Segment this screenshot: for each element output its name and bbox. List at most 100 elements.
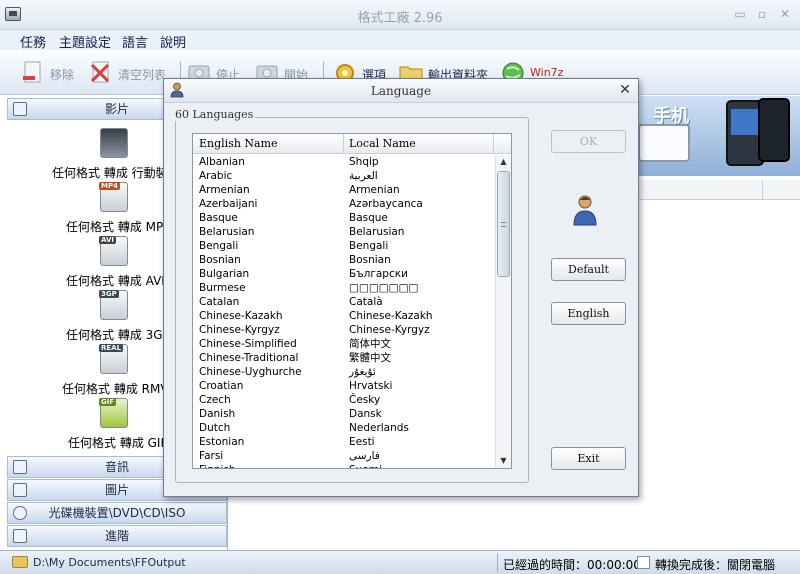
convert-label: 任何格式 轉成 GIF — [68, 436, 168, 450]
default-button[interactable]: Default — [551, 258, 626, 281]
grip-icon — [501, 222, 506, 227]
dialog-title-bar: Language ✕ — [164, 79, 638, 103]
mp4-icon: MP4 — [99, 182, 128, 212]
language-row[interactable]: Bengali Bengali — [193, 239, 495, 253]
column-english-name[interactable]: English Name — [199, 137, 278, 150]
scroll-up-arrow-icon[interactable]: ▲ — [496, 155, 511, 169]
menu-task[interactable]: 任務 — [20, 32, 46, 51]
clear-list-button[interactable]: 清空列表 — [88, 57, 172, 89]
language-row[interactable]: Armenian Armenian — [193, 183, 495, 197]
language-english-name: Czech — [199, 394, 231, 406]
language-row[interactable]: Estonian Eesti — [193, 435, 495, 449]
language-local-name: Български — [349, 268, 408, 280]
menu-help[interactable]: 說明 — [160, 32, 186, 51]
language-list[interactable]: English Name Local Name Albanian Shqip Ara… — [192, 133, 512, 469]
language-row[interactable]: Dutch Nederlands — [193, 421, 495, 435]
dialog-close-button[interactable]: ✕ — [616, 81, 634, 99]
language-row[interactable]: Chinese-Traditional 繁體中文 — [193, 351, 495, 365]
language-row[interactable]: Czech Česky — [193, 393, 495, 407]
language-row[interactable]: Arabic العربية — [193, 169, 495, 183]
exit-button[interactable]: Exit — [551, 447, 626, 470]
language-row[interactable]: Finnish Suomi — [193, 463, 495, 468]
menu-bar: 任務 主題設定 語言 說明 — [0, 30, 800, 51]
mobile-icon — [100, 128, 128, 158]
language-row[interactable]: Croatian Hrvatski — [193, 379, 495, 393]
output-path[interactable]: D:\My Documents\FFOutput — [33, 556, 186, 569]
rmvb-icon: REAL — [99, 344, 128, 374]
language-local-name: Bosnian — [349, 254, 391, 266]
language-row[interactable]: Azerbaijani Azərbaycanca — [193, 197, 495, 211]
task-list-header — [628, 180, 800, 200]
music-icon — [13, 460, 27, 474]
convert-label: 任何格式 轉成 AVI — [66, 274, 165, 288]
language-english-name: Catalan — [199, 296, 240, 308]
language-english-name: Chinese-Simplified — [199, 338, 297, 350]
language-local-name: □□□□□□□ — [349, 282, 419, 294]
language-english-name: Bengali — [199, 240, 239, 252]
language-row[interactable]: Bulgarian Български — [193, 267, 495, 281]
rmvb-badge: REAL — [99, 344, 124, 352]
remove-button[interactable]: 移除 — [20, 57, 80, 89]
3gp-badge: 3GP — [99, 290, 119, 298]
window-title: 格式工廠 2.96 — [357, 11, 443, 26]
language-english-name: Chinese-Traditional — [199, 352, 299, 364]
language-row[interactable]: Bosnian Bosnian — [193, 253, 495, 267]
language-english-name: Basque — [199, 212, 238, 224]
avi-badge: AVI — [99, 236, 116, 244]
convert-label: 任何格式 轉成 行動裝 — [52, 166, 168, 180]
language-local-name: فارسی — [349, 450, 380, 462]
language-row[interactable]: Basque Basque — [193, 211, 495, 225]
column-local-name[interactable]: Local Name — [349, 137, 416, 150]
language-local-name: Suomi — [349, 463, 382, 468]
language-local-name: 繁體中文 — [349, 352, 391, 364]
language-local-name: Eesti — [349, 436, 375, 448]
convert-label: 任何格式 轉成 MP4 — [66, 220, 171, 234]
language-english-name: Armenian — [199, 184, 250, 196]
language-local-name: Basque — [349, 212, 388, 224]
title-bar: 格式工廠 2.96 ▭ ▫ ✕ — [0, 0, 800, 30]
language-row[interactable]: Chinese-Kazakh Chinese-Kazakh — [193, 309, 495, 323]
column-divider — [493, 134, 494, 154]
language-row[interactable]: Chinese-Kyrgyz Chinese-Kyrgyz — [193, 323, 495, 337]
ok-button[interactable]: OK — [551, 130, 626, 153]
language-local-name: Shqip — [349, 156, 379, 168]
phone-image — [638, 124, 690, 162]
close-button[interactable]: ✕ — [775, 5, 795, 23]
category-rom-device[interactable]: 光碟機裝置\DVD\CD\ISO — [7, 502, 227, 524]
language-row[interactable]: Chinese-Simplified 简体中文 — [193, 337, 495, 351]
language-local-name: Català — [349, 296, 383, 308]
language-english-name: Estonian — [199, 436, 245, 448]
language-list-scrollbar[interactable]: ▲ ▼ — [495, 155, 511, 468]
column-divider — [762, 180, 763, 200]
language-row[interactable]: Chinese-Uyghurche ئۇيغۇر — [193, 365, 495, 379]
language-english-name: Chinese-Kyrgyz — [199, 324, 280, 336]
mobile-banner[interactable]: 手机 — [628, 96, 800, 176]
scroll-thumb[interactable] — [497, 171, 510, 277]
scroll-down-arrow-icon[interactable]: ▼ — [496, 454, 511, 468]
english-button[interactable]: English — [551, 302, 626, 325]
phone-image — [758, 98, 790, 162]
language-row[interactable]: Danish Dansk — [193, 407, 495, 421]
film-icon — [13, 102, 27, 116]
maximize-button[interactable]: ▫ — [752, 5, 772, 23]
language-english-name: Danish — [199, 408, 236, 420]
minimize-button[interactable]: ▭ — [730, 5, 750, 23]
language-local-name: Belarusian — [349, 226, 405, 238]
advanced-icon — [13, 529, 27, 543]
language-list-header: English Name Local Name — [193, 134, 511, 154]
category-audio-label: 音訊 — [104, 460, 129, 474]
language-row[interactable]: Albanian Shqip — [193, 155, 495, 169]
language-row[interactable]: Burmese □□□□□□□ — [193, 281, 495, 295]
menu-theme[interactable]: 主題設定 — [59, 32, 111, 51]
convert-label: 任何格式 轉成 RMV — [62, 382, 169, 396]
menu-language[interactable]: 語言 — [122, 32, 148, 51]
language-row[interactable]: Belarusian Belarusian — [193, 225, 495, 239]
column-divider — [343, 134, 344, 154]
gif-badge: GIF — [99, 398, 117, 406]
shutdown-checkbox[interactable] — [637, 556, 650, 569]
language-row[interactable]: Farsi فارسی — [193, 449, 495, 463]
language-row[interactable]: Catalan Català — [193, 295, 495, 309]
language-english-name: Chinese-Uyghurche — [199, 366, 302, 378]
language-local-name: Chinese-Kazakh — [349, 310, 433, 322]
category-advanced[interactable]: 進階 — [7, 525, 227, 547]
